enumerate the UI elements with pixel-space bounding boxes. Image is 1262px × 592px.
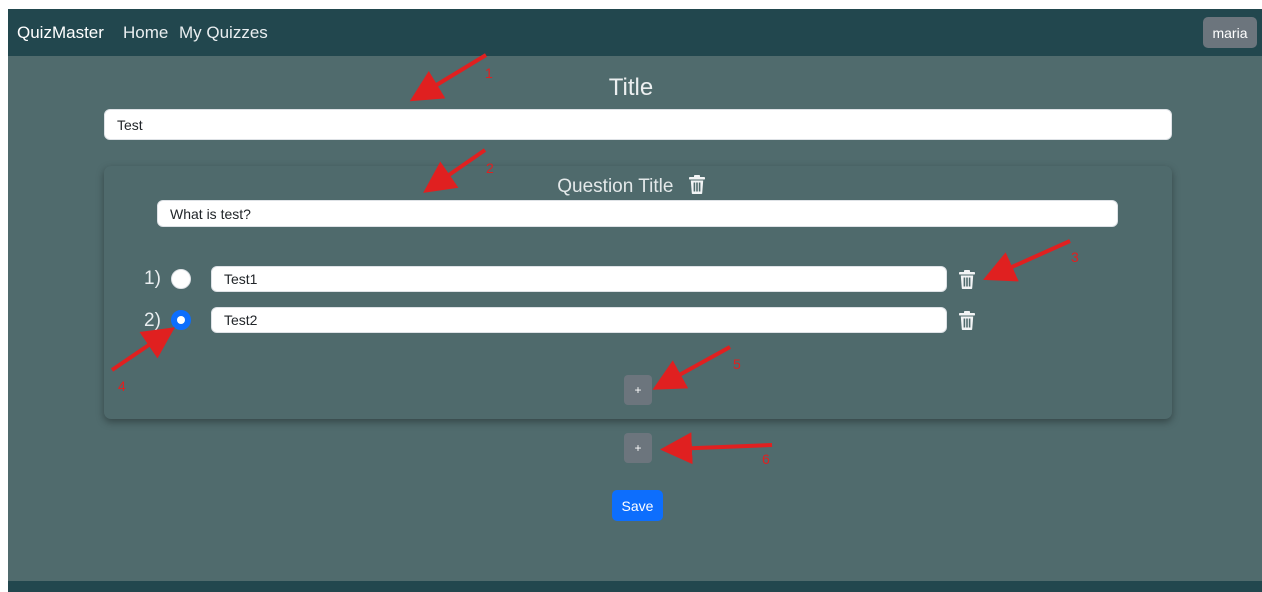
question-title-label: Question Title [557, 176, 674, 197]
navbar: QuizMaster Home My Quizzes maria [8, 9, 1262, 56]
annotation-label: 3 [1071, 249, 1079, 265]
delete-question-trash-icon[interactable] [688, 175, 705, 194]
quiz-title-input[interactable] [104, 109, 1172, 140]
annotation-label: 5 [733, 356, 741, 372]
add-question-button[interactable]: + [624, 433, 652, 463]
add-option-button[interactable]: + [624, 375, 652, 405]
user-menu-button[interactable]: maria [1203, 17, 1257, 48]
option-correct-radio-selected[interactable] [171, 310, 191, 330]
save-button[interactable]: Save [612, 490, 663, 521]
footer [8, 581, 1262, 592]
annotation-label: 6 [762, 451, 770, 467]
option-number: 2) [144, 310, 161, 331]
title-heading: Title [608, 74, 654, 101]
option-input[interactable] [211, 307, 947, 333]
option-number: 1) [144, 268, 161, 289]
brand-link[interactable]: QuizMaster [17, 23, 104, 43]
option-correct-radio[interactable] [171, 269, 191, 289]
nav-my-quizzes-link[interactable]: My Quizzes [179, 23, 268, 43]
annotation-label: 1 [485, 65, 493, 81]
question-heading: Question Title [0, 175, 1262, 199]
delete-option-trash-icon[interactable] [959, 311, 975, 330]
question-title-input[interactable] [157, 200, 1118, 227]
delete-option-trash-icon[interactable] [959, 270, 975, 289]
nav-home-link[interactable]: Home [123, 23, 168, 43]
annotation-label: 2 [486, 160, 494, 176]
annotation-label: 4 [118, 378, 126, 394]
option-input[interactable] [211, 266, 947, 292]
